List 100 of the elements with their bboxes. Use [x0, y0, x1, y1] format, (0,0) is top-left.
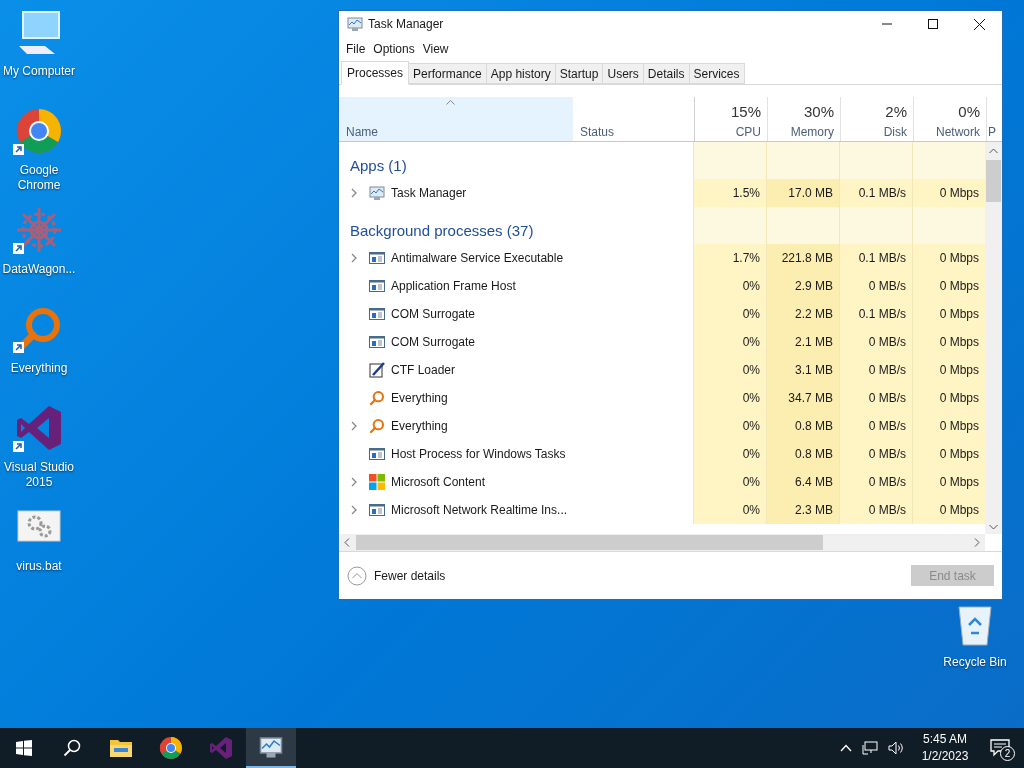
tab[interactable]: Startup — [555, 63, 604, 84]
shortcut-arrow-icon — [13, 243, 24, 254]
process-name: Host Process for Windows Tasks — [391, 446, 566, 463]
scrollbar-thumb[interactable] — [986, 160, 1001, 202]
menu-item[interactable]: Options — [369, 40, 419, 58]
usage-percent: 15% — [730, 103, 761, 121]
scroll-left-icon[interactable] — [344, 538, 350, 547]
desktop-icon-label[interactable]: Visual Studio 2015 — [0, 460, 78, 490]
notifications-button[interactable]: 2 — [976, 728, 1024, 768]
collapse-circle-icon — [347, 565, 367, 586]
table-cell: 2.1 MB — [766, 328, 839, 356]
expand-chevron-icon[interactable] — [350, 188, 358, 198]
table-cell: 2.3 MB — [766, 496, 839, 524]
windows-logo-icon — [16, 740, 32, 756]
group-heading: Apps (1) — [350, 157, 407, 174]
vertical-scrollbar[interactable] — [985, 142, 1002, 534]
table-cell: 0% — [693, 272, 766, 300]
usage-percent: 0% — [958, 103, 980, 121]
tab[interactable]: App history — [486, 63, 556, 84]
scroll-up-icon[interactable] — [989, 148, 998, 154]
sort-ascending-icon — [446, 100, 455, 105]
table-cell: 0 MB/s — [839, 468, 912, 496]
notification-count-badge: 2 — [1000, 746, 1015, 761]
table-cell: 0% — [693, 468, 766, 496]
desktop-icon-label[interactable]: DataWagon... — [2, 262, 76, 277]
table-cell: 0 MB/s — [839, 384, 912, 412]
column-header[interactable]: P — [986, 97, 1002, 141]
desktop-icon-label[interactable]: Recycle Bin — [943, 653, 1007, 671]
search-icon — [63, 739, 81, 757]
shortcut-arrow-icon — [13, 342, 24, 353]
clock-date: 1/2/2023 — [921, 748, 969, 765]
scroll-down-icon[interactable] — [989, 524, 998, 530]
clock[interactable]: 5:45 AM 1/2/2023 — [914, 728, 976, 768]
process-name: Microsoft Content — [391, 474, 486, 491]
table-cell: 0.1 MB/s — [839, 300, 912, 328]
desktop-icon-label[interactable]: Google Chrome — [0, 163, 78, 193]
table-cell: 0 MB/s — [839, 496, 912, 524]
column-header[interactable]: Name — [339, 97, 573, 141]
tab[interactable]: Performance — [409, 63, 487, 84]
magnifier-icon — [369, 418, 385, 434]
scrollbar-thumb[interactable] — [356, 535, 823, 550]
tab[interactable]: Services — [689, 63, 745, 84]
column-header[interactable]: 2% Disk — [840, 97, 913, 141]
monitor-chart-icon — [369, 185, 385, 201]
expand-chevron-icon[interactable] — [350, 477, 358, 487]
monitor-chart-icon — [259, 735, 283, 759]
desktop-icon-label[interactable]: virus.bat — [16, 559, 62, 574]
process-name: Application Frame Host — [391, 278, 516, 295]
column-label: CPU — [735, 124, 761, 140]
table-cell: 0 Mbps — [912, 328, 985, 356]
process-name: COM Surrogate — [391, 306, 476, 323]
tab[interactable]: Users — [603, 63, 644, 84]
process-name: Microsoft Network Realtime Ins... — [391, 502, 568, 519]
expand-chevron-icon[interactable] — [350, 505, 358, 515]
table-cell: 0 Mbps — [912, 384, 985, 412]
table-cell: 3.1 MB — [766, 356, 839, 384]
table-cell: 0 MB/s — [839, 440, 912, 468]
column-header[interactable]: 0% Network — [913, 97, 986, 141]
table-cell: 17.0 MB — [766, 179, 839, 207]
column-header[interactable]: 15% CPU — [694, 97, 767, 141]
maximize-icon — [928, 19, 938, 29]
folder-icon — [109, 737, 133, 759]
close-icon — [973, 18, 985, 30]
chevron-up-icon[interactable] — [840, 744, 852, 752]
table-cell: 0 MB/s — [839, 412, 912, 440]
table-cell: 0.1 MB/s — [839, 179, 912, 207]
column-label: Status — [580, 124, 615, 140]
tab[interactable]: Processes — [341, 61, 410, 85]
group-heading: Background processes (37) — [350, 222, 534, 239]
table-cell: 0.8 MB — [766, 440, 839, 468]
fewer-details-button[interactable]: Fewer details — [347, 565, 446, 586]
tab[interactable]: Details — [643, 63, 690, 84]
window-icon — [369, 278, 385, 294]
expand-chevron-icon[interactable] — [350, 421, 358, 431]
magnifier-icon — [369, 390, 385, 406]
window-icon — [369, 250, 385, 266]
shortcut-arrow-icon — [13, 441, 24, 452]
horizontal-scrollbar[interactable] — [339, 534, 985, 551]
table-cell: 1.7% — [693, 244, 766, 272]
desktop-icon-label[interactable]: My Computer — [3, 64, 75, 79]
table-cell: 0 MB/s — [839, 328, 912, 356]
menu-item[interactable]: View — [418, 40, 453, 58]
speech-bubble-icon — [990, 739, 1010, 757]
column-label: Disk — [883, 124, 907, 140]
table-cell: 0.8 MB — [766, 412, 839, 440]
desktop-icon-label[interactable]: Everything — [10, 361, 68, 376]
column-header[interactable]: Status — [573, 97, 694, 141]
network-icon[interactable] — [862, 741, 878, 755]
speaker-icon[interactable] — [888, 741, 904, 755]
column-header[interactable]: 30% Memory — [767, 97, 840, 141]
table-cell: 0 Mbps — [912, 179, 985, 207]
table-cell: 0% — [693, 328, 766, 356]
scroll-right-icon[interactable] — [974, 538, 980, 547]
process-name: CTF Loader — [391, 362, 456, 379]
taskbar-app-button[interactable] — [246, 728, 296, 768]
expand-chevron-icon[interactable] — [350, 253, 358, 263]
menu-item[interactable]: File — [342, 40, 370, 58]
table-cell: 0 Mbps — [912, 244, 985, 272]
table-cell: 0 Mbps — [912, 468, 985, 496]
shortcut-arrow-icon — [13, 144, 24, 155]
